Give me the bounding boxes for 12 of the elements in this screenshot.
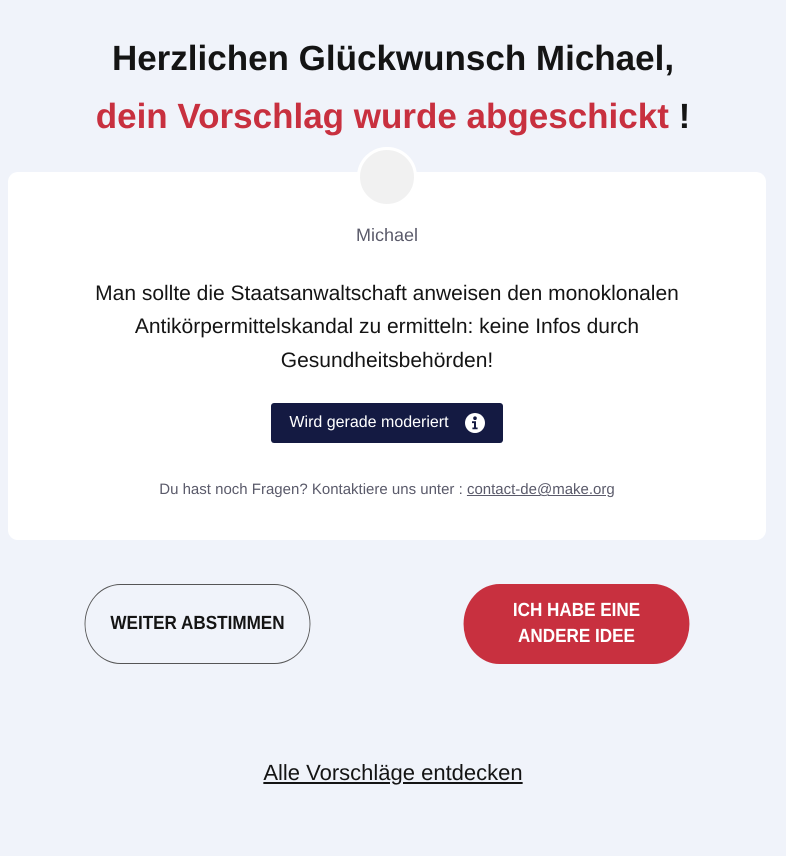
proposal-text: Man sollte die Staatsanwaltschaft anweisen den monoklonalen Antikörpermittelskandal zu ermitteln: keine Infos durch Gesundheitsbehörden! (94, 280, 680, 374)
exclamation-mark: ! (678, 96, 690, 136)
author-name: Michael (354, 224, 420, 246)
status-button[interactable]: Wird gerade moderiert (271, 403, 503, 444)
info-icon (464, 413, 485, 434)
page-heading: Herzlichen Glückwunsch Michael, (112, 39, 674, 78)
all-proposals-link[interactable]: Alle Vorschläge entdecken (263, 760, 523, 785)
new-idea-button[interactable]: ICH HABE EINE ANDERE IDEE (464, 584, 690, 664)
contact-text: Du hast noch Fragen? Kontaktiere uns unter : (159, 481, 463, 498)
email-link[interactable]: contact-de@make.org (466, 481, 615, 498)
page-subheading: dein Vorschlag wurde abgeschickt (96, 96, 669, 136)
continue-voting-button[interactable]: WEITER ABSTIMMEN (84, 584, 310, 664)
